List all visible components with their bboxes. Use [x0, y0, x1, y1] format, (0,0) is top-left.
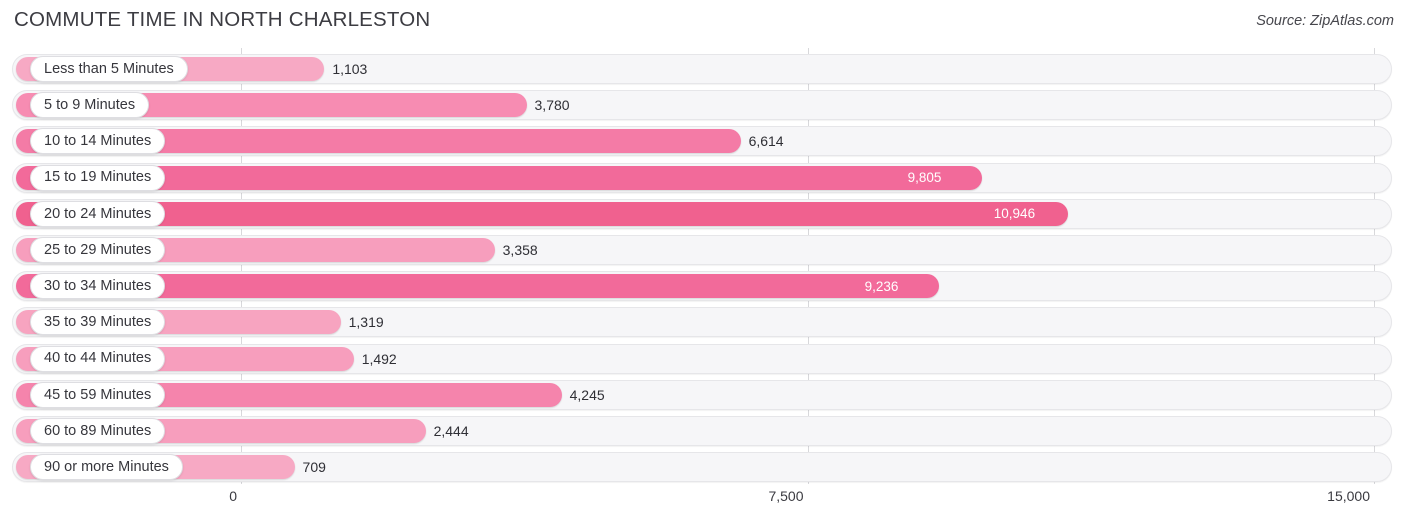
- bar-value-label: 9,805: [907, 170, 942, 186]
- bar-value-label: 1,103: [332, 61, 368, 77]
- bar-value-label: 4,245: [569, 386, 605, 403]
- bar-value-label: 2,444: [433, 423, 469, 439]
- bar-category-label: 40 to 44 Minutes: [44, 350, 152, 367]
- bar-category-label: 30 to 34 Minutes: [44, 277, 152, 294]
- bar-category-pill: 10 to 14 Minutes: [30, 128, 166, 155]
- bar-row[interactable]: 10 to 14 Minutes 6,614: [12, 126, 1392, 157]
- bar-row[interactable]: 45 to 59 Minutes 4,245: [12, 379, 1392, 410]
- bar-value-label: 3,780: [534, 97, 570, 114]
- commute-time-bar-chart: COMMUTE TIME IN NORTH CHARLESTON Source:…: [0, 0, 1406, 522]
- bar-category-pill: 20 to 24 Minutes: [30, 200, 166, 227]
- x-axis-tick-label: 15,000: [1327, 488, 1370, 504]
- bar-row[interactable]: 25 to 29 Minutes 3,358: [12, 235, 1392, 265]
- bar-value-label: 6,614: [748, 133, 784, 150]
- x-axis-tick-label: 7,500: [768, 488, 804, 504]
- bar-category-pill: 45 to 59 Minutes: [30, 381, 166, 408]
- bar-category-label: 35 to 39 Minutes: [44, 314, 152, 331]
- bar-category-label: 10 to 14 Minutes: [44, 133, 152, 150]
- bar-row[interactable]: 90 or more Minutes 709: [12, 452, 1392, 483]
- bar-category-label: 15 to 19 Minutes: [44, 169, 152, 186]
- x-axis: 0 7,500 15,000: [0, 486, 1406, 522]
- bar-category-pill: 15 to 19 Minutes: [30, 164, 166, 191]
- bar-category-label: 45 to 59 Minutes: [44, 386, 152, 403]
- page-title: COMMUTE TIME IN NORTH CHARLESTON: [14, 8, 431, 31]
- plot-area: Less than 5 Minutes 1,103 5 to 9 Minutes 3,…: [0, 46, 1406, 486]
- bar-value-label: 3,358: [502, 242, 538, 258]
- bar-row[interactable]: 60 to 89 Minutes 2,444: [12, 416, 1392, 446]
- source-attribution: Source: ZipAtlas.com: [1256, 13, 1394, 29]
- bar-value-label: 1,319: [348, 314, 384, 331]
- bar-row[interactable]: 5 to 9 Minutes 3,780: [12, 90, 1392, 121]
- bar-category-pill: 35 to 39 Minutes: [30, 309, 166, 336]
- x-axis-tick-label: 0: [229, 488, 237, 504]
- bar-row[interactable]: 40 to 44 Minutes 1,492: [12, 343, 1392, 374]
- bar-category-pill: 30 to 34 Minutes: [30, 273, 166, 300]
- bar-category-pill: 90 or more Minutes: [30, 454, 183, 481]
- bar-value-label: 1,492: [361, 350, 397, 367]
- bar-category-label: Less than 5 Minutes: [44, 60, 174, 77]
- bar-category-pill: 60 to 89 Minutes: [30, 418, 166, 444]
- chart-header: COMMUTE TIME IN NORTH CHARLESTON Source:…: [0, 0, 1406, 46]
- bar-value-label: 709: [302, 459, 326, 476]
- bar-value-label: 10,946: [993, 206, 1036, 222]
- bar-row[interactable]: 20 to 24 Minutes 10,946: [12, 198, 1392, 229]
- bar-value-label: 9,236: [864, 278, 899, 294]
- bar-category-pill: 25 to 29 Minutes: [30, 237, 166, 263]
- bar-row[interactable]: 35 to 39 Minutes 1,319: [12, 307, 1392, 338]
- bar-category-label: 20 to 24 Minutes: [44, 205, 152, 222]
- bar-category-label: 5 to 9 Minutes: [44, 96, 136, 113]
- bar-category-pill: 5 to 9 Minutes: [30, 92, 150, 119]
- bar-row[interactable]: 15 to 19 Minutes 9,805: [12, 162, 1392, 193]
- bar-category-label: 60 to 89 Minutes: [44, 422, 152, 439]
- bar[interactable]: [16, 201, 1068, 226]
- bar-row[interactable]: Less than 5 Minutes 1,103: [12, 54, 1392, 84]
- bar-rows: Less than 5 Minutes 1,103 5 to 9 Minutes 3,…: [0, 46, 1406, 486]
- bar-category-label: 25 to 29 Minutes: [44, 241, 152, 258]
- bar-category-pill: Less than 5 Minutes: [30, 56, 188, 82]
- bar-category-label: 90 or more Minutes: [44, 458, 169, 475]
- bar-row[interactable]: 30 to 34 Minutes 9,236: [12, 271, 1392, 302]
- bar-category-pill: 40 to 44 Minutes: [30, 345, 166, 372]
